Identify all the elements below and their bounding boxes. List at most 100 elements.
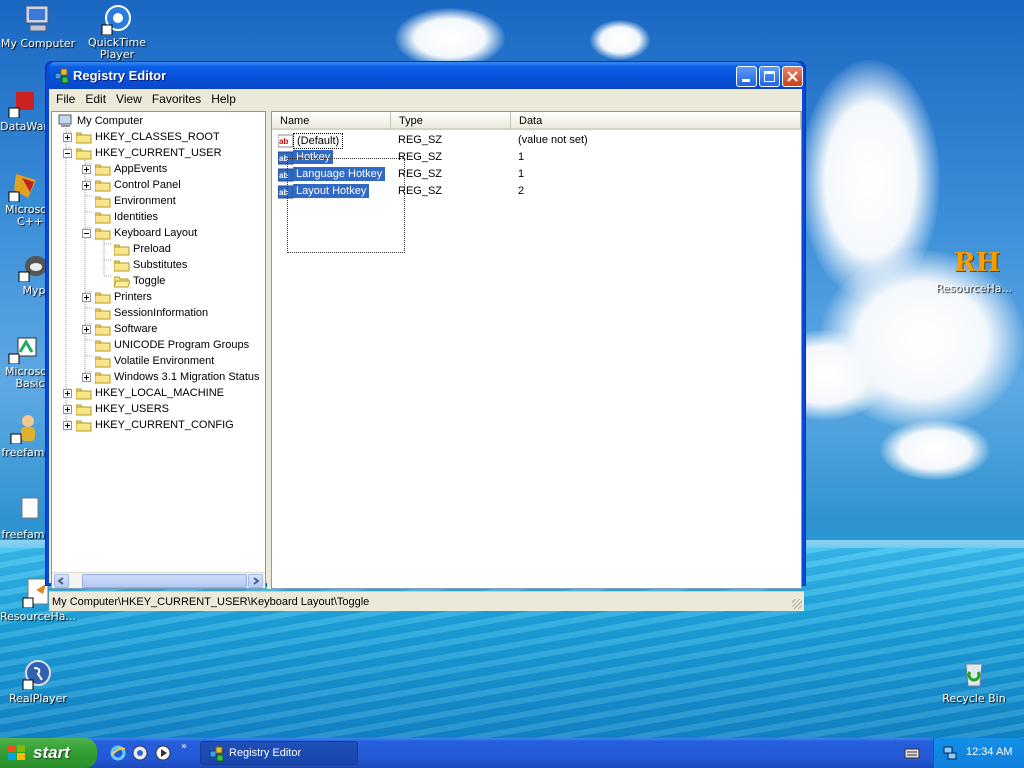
collapse-minus-icon[interactable] (63, 149, 72, 158)
task-label: Registry Editor (229, 747, 302, 759)
column-header-name[interactable]: Name (272, 112, 391, 130)
value-data: 2 (518, 185, 525, 197)
menu-file[interactable]: File (51, 92, 80, 106)
keyboard-icon[interactable] (904, 746, 920, 760)
resourcehacker-desktop-icon-right[interactable]: RH ResourceHa... (936, 248, 1012, 295)
clock[interactable]: 12:34 AM (966, 746, 1012, 758)
maximize-button[interactable] (759, 66, 780, 87)
person-icon (10, 412, 42, 445)
tree-node-label: HKEY_CURRENT_CONFIG (95, 419, 234, 431)
selection-marquee (287, 158, 405, 253)
quicklaunch-chevron-icon[interactable]: » (181, 741, 187, 752)
folder-icon (113, 259, 130, 272)
desktop-icon-label: QuickTime Player (87, 36, 147, 61)
folder-icon (75, 403, 92, 416)
expand-plus-icon[interactable] (82, 181, 91, 190)
chevron-right-icon (253, 577, 260, 585)
tree-node-label: SessionInformation (114, 307, 209, 319)
windows-logo-icon (8, 745, 25, 760)
quicktime-desktop-icon[interactable]: QuickTime Player (79, 3, 155, 61)
tree-node-label: Windows 3.1 Migration Status (114, 371, 260, 383)
close-icon (787, 71, 798, 82)
menu-edit[interactable]: Edit (80, 92, 111, 106)
internet-explorer-icon[interactable] (110, 745, 126, 761)
tree-node-label: Volatile Environment (114, 355, 215, 367)
folder-icon (94, 291, 111, 304)
desktop-icon-label: ResourceHa... (0, 610, 76, 623)
folder-icon (94, 163, 111, 176)
expand-plus-icon[interactable] (82, 325, 91, 334)
start-label: start (33, 743, 70, 762)
my-computer-desktop-icon[interactable]: My Computer (0, 3, 76, 50)
column-header-data[interactable]: Data (511, 112, 801, 130)
tree-node-label: HKEY_CLASSES_ROOT (95, 131, 220, 143)
visual-cpp-icon (8, 170, 40, 203)
title-bar[interactable]: Registry Editor (49, 62, 803, 89)
column-header-type[interactable]: Type (391, 112, 511, 130)
scroll-left-button[interactable] (54, 574, 69, 588)
value-row[interactable]: ab (Default) REG_SZ (value not set) (272, 133, 801, 150)
values-list[interactable]: Name Type Data ab (Default) REG_SZ (valu… (271, 111, 802, 589)
visual-basic-icon (8, 332, 40, 365)
registry-editor-window[interactable]: Registry Editor File Edit View Favorites Hel… (45, 61, 806, 611)
expand-plus-icon[interactable] (63, 405, 72, 414)
expand-plus-icon[interactable] (63, 389, 72, 398)
menu-view[interactable]: View (111, 92, 147, 106)
registry-tree[interactable]: My Computer HKEY_CLASSES_ROOT HKEY_CURREN… (51, 111, 266, 589)
status-bar: My Computer\HKEY_CURRENT_USER\Keyboard L… (49, 591, 804, 611)
collapse-minus-icon[interactable] (82, 229, 91, 238)
start-button[interactable]: start (0, 738, 97, 768)
tree-horizontal-scrollbar[interactable] (52, 572, 265, 588)
folder-icon (94, 339, 111, 352)
expand-plus-icon[interactable] (63, 133, 72, 142)
status-path: My Computer\HKEY_CURRENT_USER\Keyboard L… (52, 596, 370, 608)
tree-node-label: UNICODE Program Groups (114, 339, 250, 351)
quicktime-icon (101, 3, 133, 36)
menu-favorites[interactable]: Favorites (147, 92, 206, 106)
taskbar: start » Registry Editor 12:34 AM (0, 738, 1024, 768)
folder-icon (94, 227, 111, 240)
tree-node-label: Toggle (133, 275, 166, 287)
network-icon[interactable] (942, 745, 958, 761)
media-player-icon[interactable] (155, 745, 171, 761)
menu-help[interactable]: Help (206, 92, 241, 106)
realplayer-desktop-icon[interactable]: RealPlayer (0, 658, 76, 705)
recycle-bin-desktop-icon[interactable]: Recycle Bin (936, 658, 1012, 705)
resize-grip[interactable] (792, 599, 802, 609)
folder-open-icon (113, 275, 131, 288)
tree-node-label: Printers (114, 291, 152, 303)
scroll-thumb[interactable] (82, 574, 247, 588)
desktop-icon-label: freefamil (1, 528, 51, 541)
regedit-icon (54, 68, 70, 84)
computer-icon (58, 114, 74, 128)
rh-logo: RH (954, 248, 1001, 278)
value-data: 1 (518, 168, 525, 180)
close-button[interactable] (782, 66, 803, 87)
menu-bar: File Edit View Favorites Help (49, 89, 802, 109)
tree-node-label: HKEY_CURRENT_USER (95, 147, 222, 159)
minimize-button[interactable] (736, 66, 757, 87)
taskbar-button-registry-editor[interactable]: Registry Editor (200, 741, 358, 765)
scroll-right-button[interactable] (248, 574, 263, 588)
folder-icon (75, 147, 92, 160)
quicklaunch-app-icon[interactable] (132, 745, 148, 761)
tree-node-label: Environment (114, 195, 176, 207)
tree-node-label: Identities (114, 211, 159, 223)
expand-plus-icon[interactable] (82, 293, 91, 302)
minimize-icon (742, 79, 750, 82)
window-title: Registry Editor (73, 68, 167, 83)
expand-plus-icon[interactable] (82, 165, 91, 174)
folder-icon (75, 131, 92, 144)
folder-icon (94, 323, 111, 336)
string-value-icon: ab (277, 134, 294, 148)
svg-text:ab: ab (279, 137, 288, 146)
value-type: REG_SZ (398, 134, 443, 146)
tree-node-label: Keyboard Layout (114, 227, 198, 239)
desktop-icon-label: My Computer (0, 37, 76, 50)
value-data: 1 (518, 151, 525, 163)
expand-plus-icon[interactable] (82, 373, 91, 382)
expand-plus-icon[interactable] (63, 421, 72, 430)
tree-node-label: My Computer (77, 115, 144, 127)
folder-icon (94, 211, 111, 224)
chevron-left-icon (57, 577, 64, 585)
